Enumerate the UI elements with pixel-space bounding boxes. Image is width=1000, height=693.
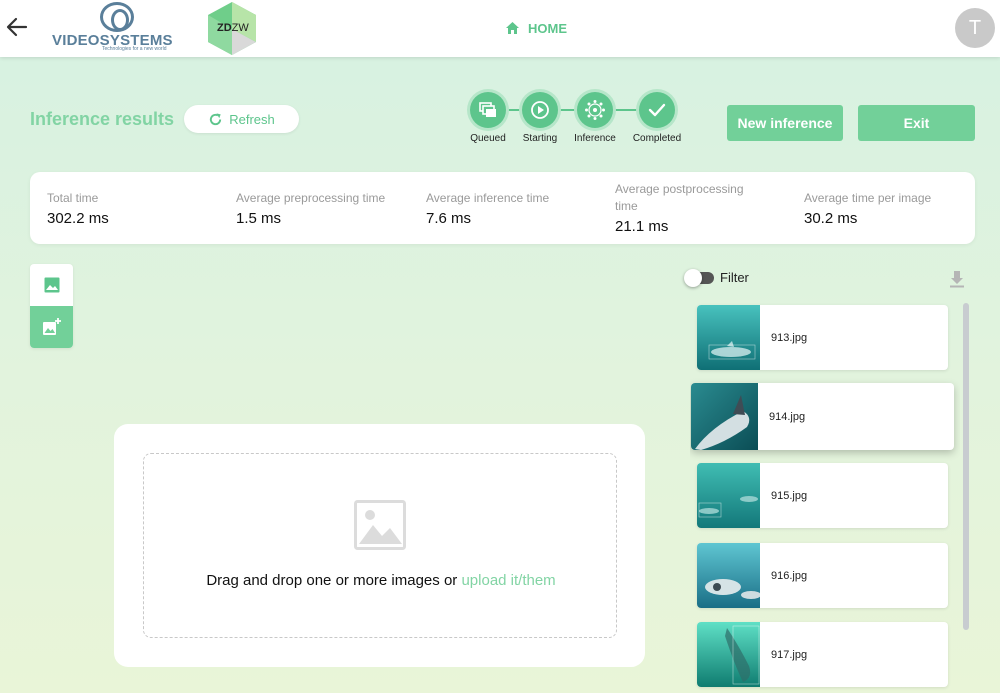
image-drop-zone[interactable]: Drag and drop one or more images or uplo… xyxy=(143,453,617,638)
filter-control: Filter xyxy=(684,268,749,287)
step-label: Starting xyxy=(522,133,558,144)
stat-total-time: Total time 302.2 ms xyxy=(47,172,227,244)
image-thumbnail xyxy=(697,622,760,687)
upload-card: Drag and drop one or more images or uplo… xyxy=(114,424,645,667)
add-image-icon xyxy=(42,318,61,335)
stat-avg-preprocessing: Average preprocessing time 1.5 ms xyxy=(236,172,386,244)
refresh-label: Refresh xyxy=(229,111,275,127)
image-filename: 913.jpg xyxy=(771,331,808,344)
image-thumbnail xyxy=(697,305,760,370)
stat-label: Total time xyxy=(47,190,99,205)
image-list-item[interactable]: 913.jpg xyxy=(697,305,948,370)
image-list-item-selected[interactable]: 914.jpg xyxy=(691,383,954,450)
image-thumbnail xyxy=(691,383,758,450)
stat-value: 1.5 ms xyxy=(236,209,282,227)
videosystems-tagline: Technologies for a new world xyxy=(102,46,167,52)
image-list-item[interactable]: 915.jpg xyxy=(697,463,948,528)
result-image-list: 913.jpg 914.jpg 915.jpg 916.jpg 917.jpg xyxy=(690,300,960,693)
zdzw-logo[interactable]: ZDZW xyxy=(206,1,258,56)
filter-label: Filter xyxy=(720,270,749,285)
videosystems-emblem xyxy=(100,2,134,32)
step-starting: Starting xyxy=(510,92,570,144)
filter-toggle[interactable] xyxy=(684,268,714,287)
videosystems-logo[interactable]: VIDEOSYSTEMS Technologies for a new worl… xyxy=(52,2,188,54)
stat-label: Average postprocessing time xyxy=(615,182,744,213)
image-list-item[interactable]: 916.jpg xyxy=(697,543,948,608)
network-icon xyxy=(577,92,613,128)
image-filename: 916.jpg xyxy=(771,569,808,582)
step-queued: Queued xyxy=(458,92,518,144)
zdzw-wordmark: ZDZW xyxy=(217,22,249,34)
new-inference-button[interactable]: New inference xyxy=(727,105,843,141)
upload-link[interactable]: upload it/them xyxy=(461,572,555,589)
stat-value: 21.1 ms xyxy=(615,218,669,235)
stat-value: 30.2 ms xyxy=(804,209,858,227)
step-completed: Completed xyxy=(627,92,687,144)
back-arrow-icon[interactable] xyxy=(4,14,30,40)
exit-button[interactable]: Exit xyxy=(858,105,975,141)
play-icon xyxy=(522,92,558,128)
image-icon xyxy=(44,277,59,293)
page-title: Inference results xyxy=(30,109,175,129)
stat-label: Average preprocessing time xyxy=(236,190,386,205)
toggle-knob xyxy=(684,268,702,287)
stat-value: 302.2 ms xyxy=(47,209,109,227)
image-view-button[interactable] xyxy=(30,264,73,306)
step-label: Queued xyxy=(470,133,506,144)
stats-card: Total time 302.2 ms Average preprocessin… xyxy=(30,172,975,244)
step-label: Inference xyxy=(574,133,616,144)
step-label: Completed xyxy=(632,133,682,144)
refresh-button[interactable]: Refresh xyxy=(184,105,299,133)
stat-avg-postprocessing: Average postprocessing time 21.1 ms xyxy=(615,172,765,244)
stat-avg-per-image: Average time per image 30.2 ms xyxy=(804,172,984,244)
home-nav-link[interactable]: HOME xyxy=(505,19,567,37)
image-placeholder-icon xyxy=(354,500,406,550)
stat-value: 7.6 ms xyxy=(426,209,472,227)
drop-instructions: Drag and drop one or more images or uplo… xyxy=(144,572,618,589)
check-icon xyxy=(639,92,675,128)
stat-label: Average inference time xyxy=(426,190,550,205)
progress-stepper: Queued Starting Inference Completed xyxy=(460,92,700,152)
stat-avg-inference: Average inference time 7.6 ms xyxy=(426,172,606,244)
user-avatar[interactable]: T xyxy=(955,8,995,48)
image-thumbnail xyxy=(697,543,760,608)
stat-label: Average time per image xyxy=(804,190,932,205)
top-header: VIDEOSYSTEMS Technologies for a new worl… xyxy=(0,0,1000,57)
view-mode-toolbar xyxy=(30,264,73,348)
image-filename: 917.jpg xyxy=(771,648,808,661)
queue-icon xyxy=(470,92,506,128)
image-filename: 915.jpg xyxy=(771,489,808,502)
image-list-scrollbar[interactable] xyxy=(963,303,969,630)
home-label: HOME xyxy=(528,20,567,36)
download-icon[interactable] xyxy=(948,270,966,288)
step-inference: Inference xyxy=(565,92,625,144)
image-list-item[interactable]: 917.jpg xyxy=(697,622,948,687)
refresh-icon xyxy=(210,112,222,125)
image-filename: 914.jpg xyxy=(769,410,806,423)
add-image-button[interactable] xyxy=(30,306,73,348)
image-thumbnail xyxy=(697,463,760,528)
home-icon xyxy=(506,22,519,34)
drop-text: Drag and drop one or more images or xyxy=(206,572,462,589)
